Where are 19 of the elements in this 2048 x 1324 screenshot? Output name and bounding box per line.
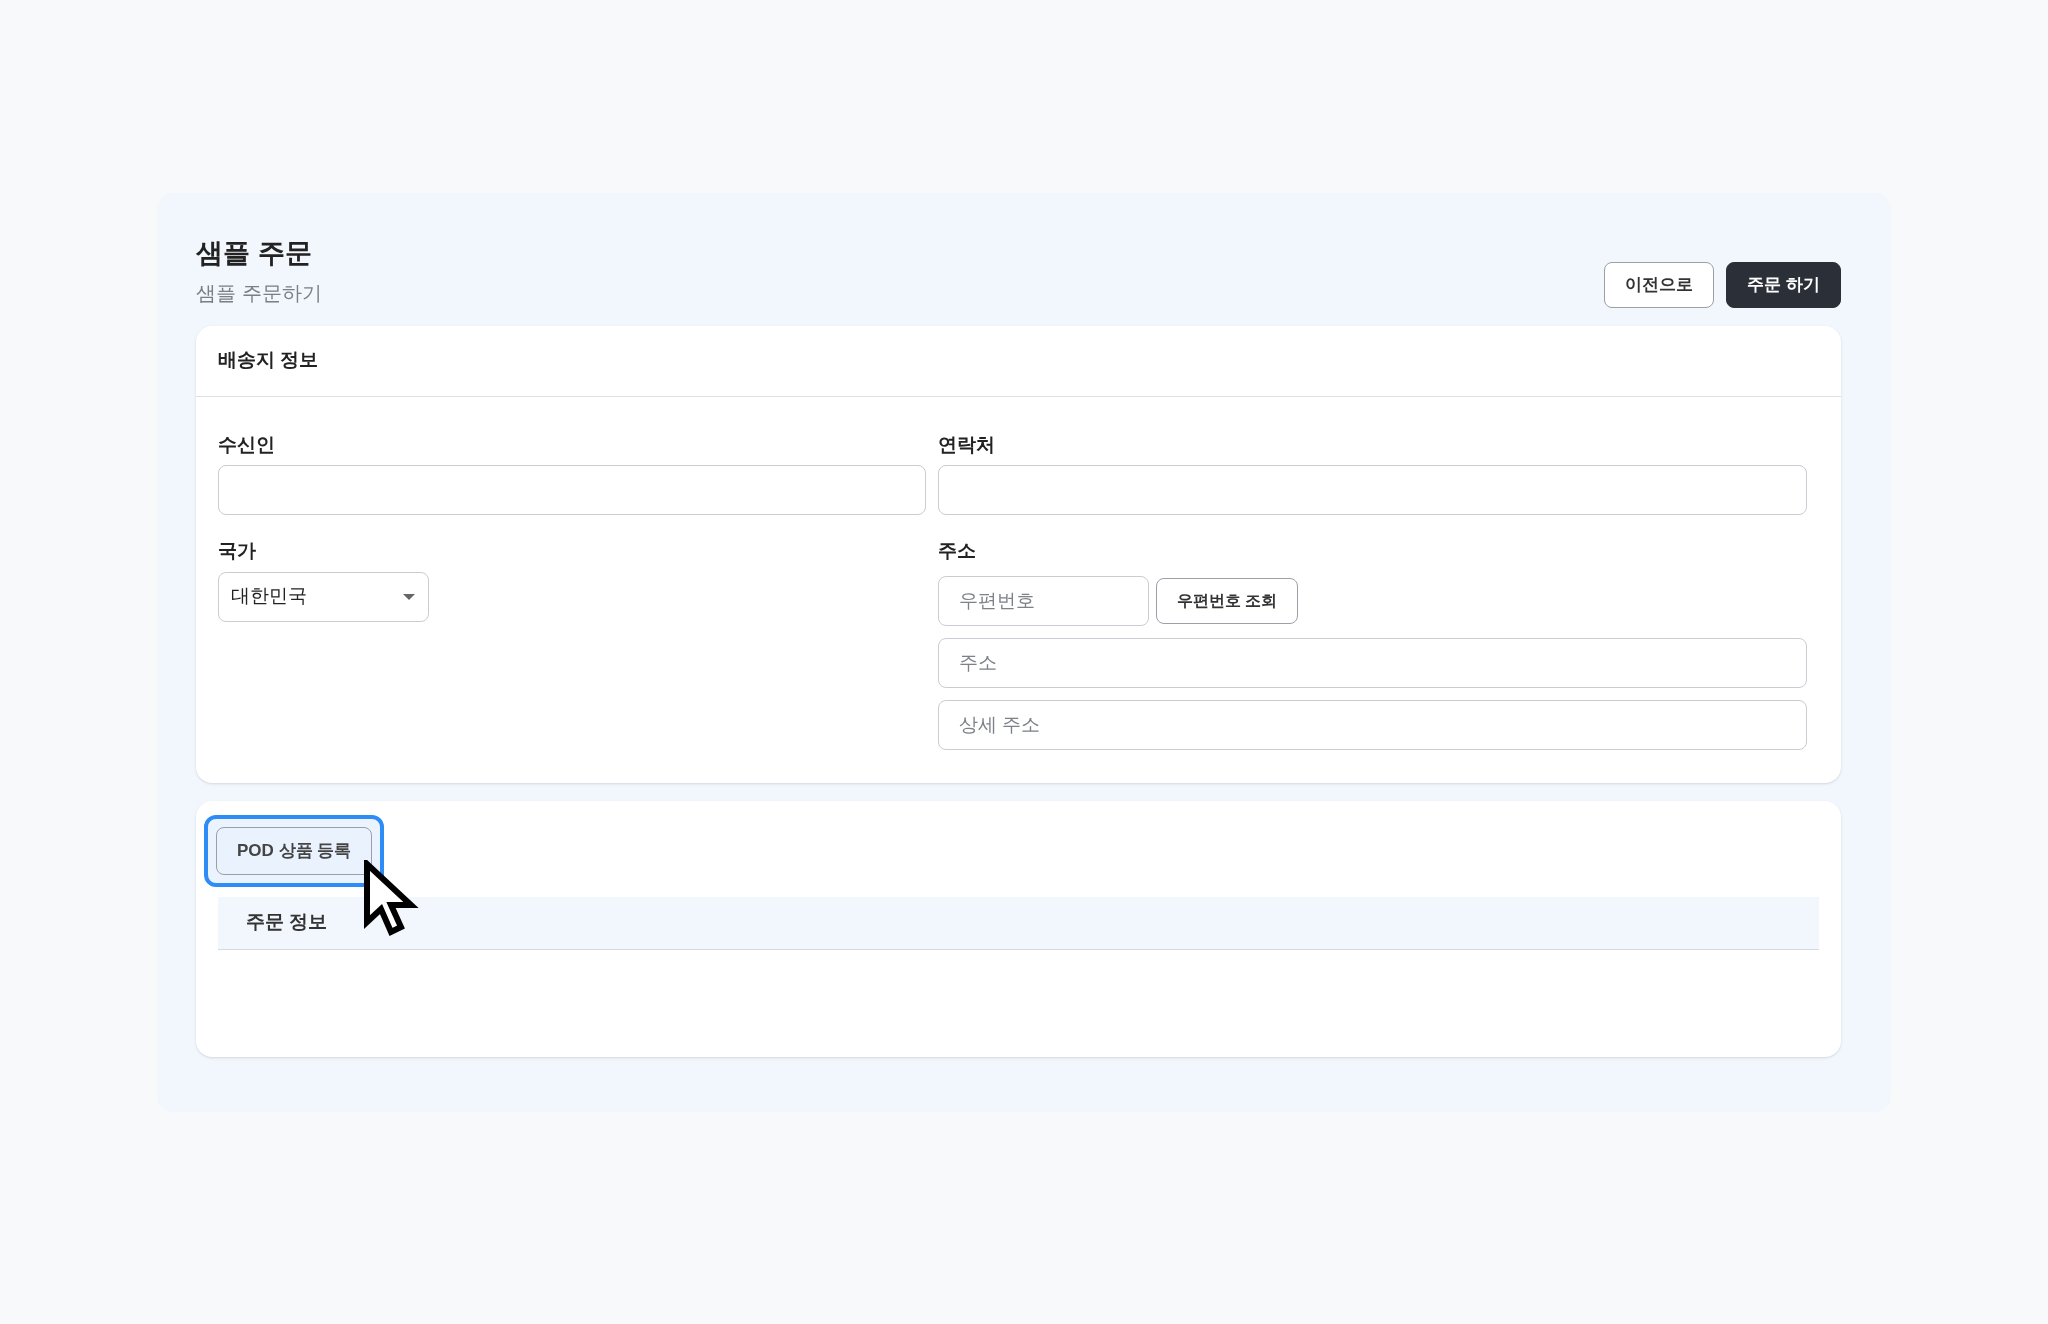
field-label: 수신인 <box>218 432 276 457</box>
back-button[interactable]: 이전으로 <box>1604 261 1715 308</box>
input-field[interactable]: 우편번호 <box>938 575 1149 626</box>
dropdown-caret-icon <box>402 592 416 601</box>
field-label: 주소 <box>938 539 977 563</box>
input-field[interactable]: 주소 <box>938 637 1807 688</box>
input-field[interactable] <box>938 465 1807 515</box>
field-label: 국가 <box>218 539 257 563</box>
input-field[interactable] <box>218 465 926 515</box>
pod-register-button[interactable]: POD 상품 등록 <box>216 826 373 875</box>
page-subtitle: 샘플 주문하기 <box>196 280 322 306</box>
order-button[interactable]: 주문 하기 <box>1726 261 1841 308</box>
table-header-cell-text: 주문 정보 <box>246 910 328 935</box>
input-field[interactable]: 상세 주소 <box>938 699 1807 750</box>
field-label: 연락처 <box>938 432 996 457</box>
page-title: 샘플 주문 <box>196 237 313 270</box>
country-select[interactable]: 대한민국 <box>218 571 429 622</box>
card-title: 배송지 정보 <box>218 348 319 373</box>
postal-lookup-button[interactable]: 우편번호 조회 <box>1156 577 1299 624</box>
